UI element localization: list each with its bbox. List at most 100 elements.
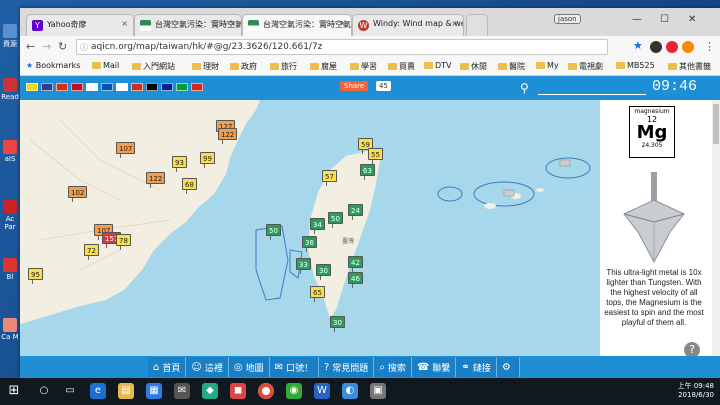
aqi-station-marker[interactable]: 42 bbox=[348, 256, 363, 272]
language-flag-icon[interactable] bbox=[116, 83, 128, 91]
url-input[interactable]: ⓘ aqicn.org/map/taiwan/hk/#@g/23.3626/12… bbox=[76, 39, 608, 55]
aqi-station-marker[interactable]: 122 bbox=[218, 128, 238, 144]
footer-nav-item[interactable]: ⚙ bbox=[497, 357, 520, 377]
language-flag-icon[interactable] bbox=[101, 83, 113, 91]
language-flag-icon[interactable] bbox=[26, 83, 38, 91]
desktop-icon[interactable]: 資源 bbox=[0, 24, 20, 49]
footer-nav-item[interactable]: ⌕ 搜索 bbox=[374, 357, 412, 377]
footer-nav-item[interactable]: ◎ 地圖 bbox=[229, 357, 270, 377]
ad-panel[interactable]: magnesium 12 Mg 24.305 This ultra-light … bbox=[600, 100, 712, 358]
tab-yahoo[interactable]: Y Yahoo奇摩 × bbox=[26, 14, 134, 36]
extension-icon[interactable] bbox=[650, 41, 662, 53]
aqi-station-marker[interactable]: 57 bbox=[322, 170, 337, 186]
aqi-station-marker[interactable]: 55 bbox=[368, 148, 383, 164]
aqi-station-marker[interactable]: 99 bbox=[200, 152, 215, 168]
bookmark-item[interactable]: 腐屋 bbox=[310, 61, 337, 72]
bookmark-item[interactable]: 醫院 bbox=[498, 61, 525, 72]
desktop-icon[interactable]: Ac Par bbox=[0, 200, 20, 231]
aqi-station-marker[interactable]: 95 bbox=[28, 268, 43, 284]
aqi-station-marker[interactable]: 46 bbox=[348, 272, 363, 288]
bookmark-item[interactable]: MB525 bbox=[616, 61, 655, 70]
language-flag-icon[interactable] bbox=[131, 83, 143, 91]
bookmark-item[interactable]: My bbox=[536, 61, 559, 70]
language-flag-icon[interactable] bbox=[191, 83, 203, 91]
search-input[interactable] bbox=[538, 94, 646, 95]
bookmark-item[interactable]: ★ Bookmarks bbox=[26, 61, 80, 70]
aqi-station-marker[interactable]: 68 bbox=[182, 178, 197, 194]
forward-icon[interactable]: → bbox=[42, 40, 51, 53]
extension-icon[interactable] bbox=[666, 41, 678, 53]
menu-icon[interactable]: ⋮ bbox=[704, 40, 715, 53]
footer-nav-item[interactable]: ? 常見問題 bbox=[319, 357, 375, 377]
language-flag-icon[interactable] bbox=[41, 83, 53, 91]
app-icon[interactable]: ◼ bbox=[230, 383, 246, 399]
bookmark-item[interactable]: 電視劇 bbox=[568, 61, 603, 72]
aqi-station-marker[interactable]: 63 bbox=[360, 164, 375, 180]
edge-icon[interactable]: e bbox=[90, 383, 106, 399]
profile-button[interactable]: jason bbox=[554, 14, 581, 24]
bookmark-item[interactable]: DTV bbox=[424, 61, 452, 70]
extension-icon[interactable] bbox=[682, 41, 694, 53]
close-window-icon[interactable]: ✕ bbox=[688, 14, 696, 25]
desktop-icon[interactable]: Bl bbox=[0, 258, 20, 281]
language-flag-icon[interactable] bbox=[71, 83, 83, 91]
aqi-station-marker[interactable]: 30 bbox=[316, 264, 331, 280]
footer-nav-item[interactable]: ☎ 聯繫 bbox=[412, 357, 457, 377]
app-icon[interactable]: ◉ bbox=[286, 383, 302, 399]
bookmark-item[interactable]: 學習 bbox=[350, 61, 377, 72]
aqi-station-marker[interactable]: 65 bbox=[310, 286, 325, 302]
aqi-station-marker[interactable]: 50 bbox=[266, 224, 281, 240]
word-icon[interactable]: W bbox=[314, 383, 330, 399]
aqi-station-marker[interactable]: 102 bbox=[68, 186, 88, 202]
tab-aqicn-2[interactable]: 台灣空氣污染：實時空氣 × bbox=[242, 14, 352, 36]
aqi-station-marker[interactable]: 122 bbox=[146, 172, 166, 188]
file-explorer-icon[interactable]: ▤ bbox=[118, 383, 134, 399]
minimize-icon[interactable]: — bbox=[632, 14, 642, 25]
language-flag-icon[interactable] bbox=[176, 83, 188, 91]
bookmark-item[interactable]: Mail bbox=[92, 61, 119, 70]
language-flag-icon[interactable] bbox=[86, 83, 98, 91]
maximize-icon[interactable]: ☐ bbox=[660, 14, 669, 25]
aqi-station-marker[interactable]: 78 bbox=[116, 234, 131, 250]
tab-aqicn-1[interactable]: 台灣空氣污染：實時空氣 × bbox=[134, 14, 242, 36]
chrome-icon[interactable] bbox=[258, 383, 274, 399]
footer-nav-item[interactable]: ⌂ 首頁 bbox=[148, 357, 187, 377]
app-icon[interactable]: ▣ bbox=[370, 383, 386, 399]
desktop-icon[interactable]: Read bbox=[0, 78, 20, 101]
bookmark-item[interactable]: 理財 bbox=[192, 61, 219, 72]
close-tab-icon[interactable]: × bbox=[451, 19, 458, 28]
app-icon[interactable]: ◐ bbox=[342, 383, 358, 399]
aqi-station-marker[interactable]: 72 bbox=[84, 244, 99, 260]
language-flag-icon[interactable] bbox=[161, 83, 173, 91]
bookmark-star-icon[interactable]: ★ bbox=[633, 39, 643, 52]
back-icon[interactable]: ← bbox=[26, 40, 35, 53]
search-icon[interactable]: ⚲ bbox=[520, 81, 529, 95]
aqi-station-marker[interactable]: 93 bbox=[172, 156, 187, 172]
close-tab-icon[interactable]: × bbox=[339, 19, 346, 28]
aqi-station-marker[interactable]: 30 bbox=[330, 316, 345, 332]
windows-start-icon[interactable]: ⊞ bbox=[6, 383, 22, 399]
aqi-station-marker[interactable]: 34 bbox=[310, 218, 325, 234]
aqi-station-marker[interactable]: 33 bbox=[296, 258, 311, 274]
mail-icon[interactable]: ✉ bbox=[174, 383, 190, 399]
scrollbar-thumb[interactable] bbox=[713, 104, 719, 144]
other-bookmarks[interactable]: 其他書籤 bbox=[668, 61, 711, 72]
bookmark-item[interactable]: 旅行 bbox=[270, 61, 297, 72]
desktop-icon[interactable]: aIS bbox=[0, 140, 20, 163]
aqi-station-marker[interactable]: 24 bbox=[348, 204, 363, 220]
footer-nav-item[interactable]: ☺ 這裡 bbox=[186, 357, 229, 377]
close-tab-icon[interactable]: × bbox=[229, 19, 236, 28]
page-info-icon[interactable]: ⓘ bbox=[80, 41, 88, 55]
aqi-station-marker[interactable]: 107 bbox=[116, 142, 136, 158]
reload-icon[interactable]: ↻ bbox=[58, 40, 67, 53]
bookmark-item[interactable]: 買賣 bbox=[388, 61, 415, 72]
app-icon[interactable]: ◆ bbox=[202, 383, 218, 399]
new-tab-button[interactable] bbox=[466, 14, 488, 36]
language-flag-icon[interactable] bbox=[146, 83, 158, 91]
aqi-map[interactable]: 臺灣 107 127 122 99 93 122 68 102 107 157 78 72 95 59 55… bbox=[20, 100, 600, 356]
aqi-station-marker[interactable]: 50 bbox=[328, 212, 343, 228]
store-icon[interactable]: ▦ bbox=[146, 383, 162, 399]
task-view-icon[interactable]: ▭ bbox=[62, 383, 78, 399]
bookmark-item[interactable]: 休閒 bbox=[460, 61, 487, 72]
bookmark-item[interactable]: 入門網站 bbox=[132, 61, 175, 72]
